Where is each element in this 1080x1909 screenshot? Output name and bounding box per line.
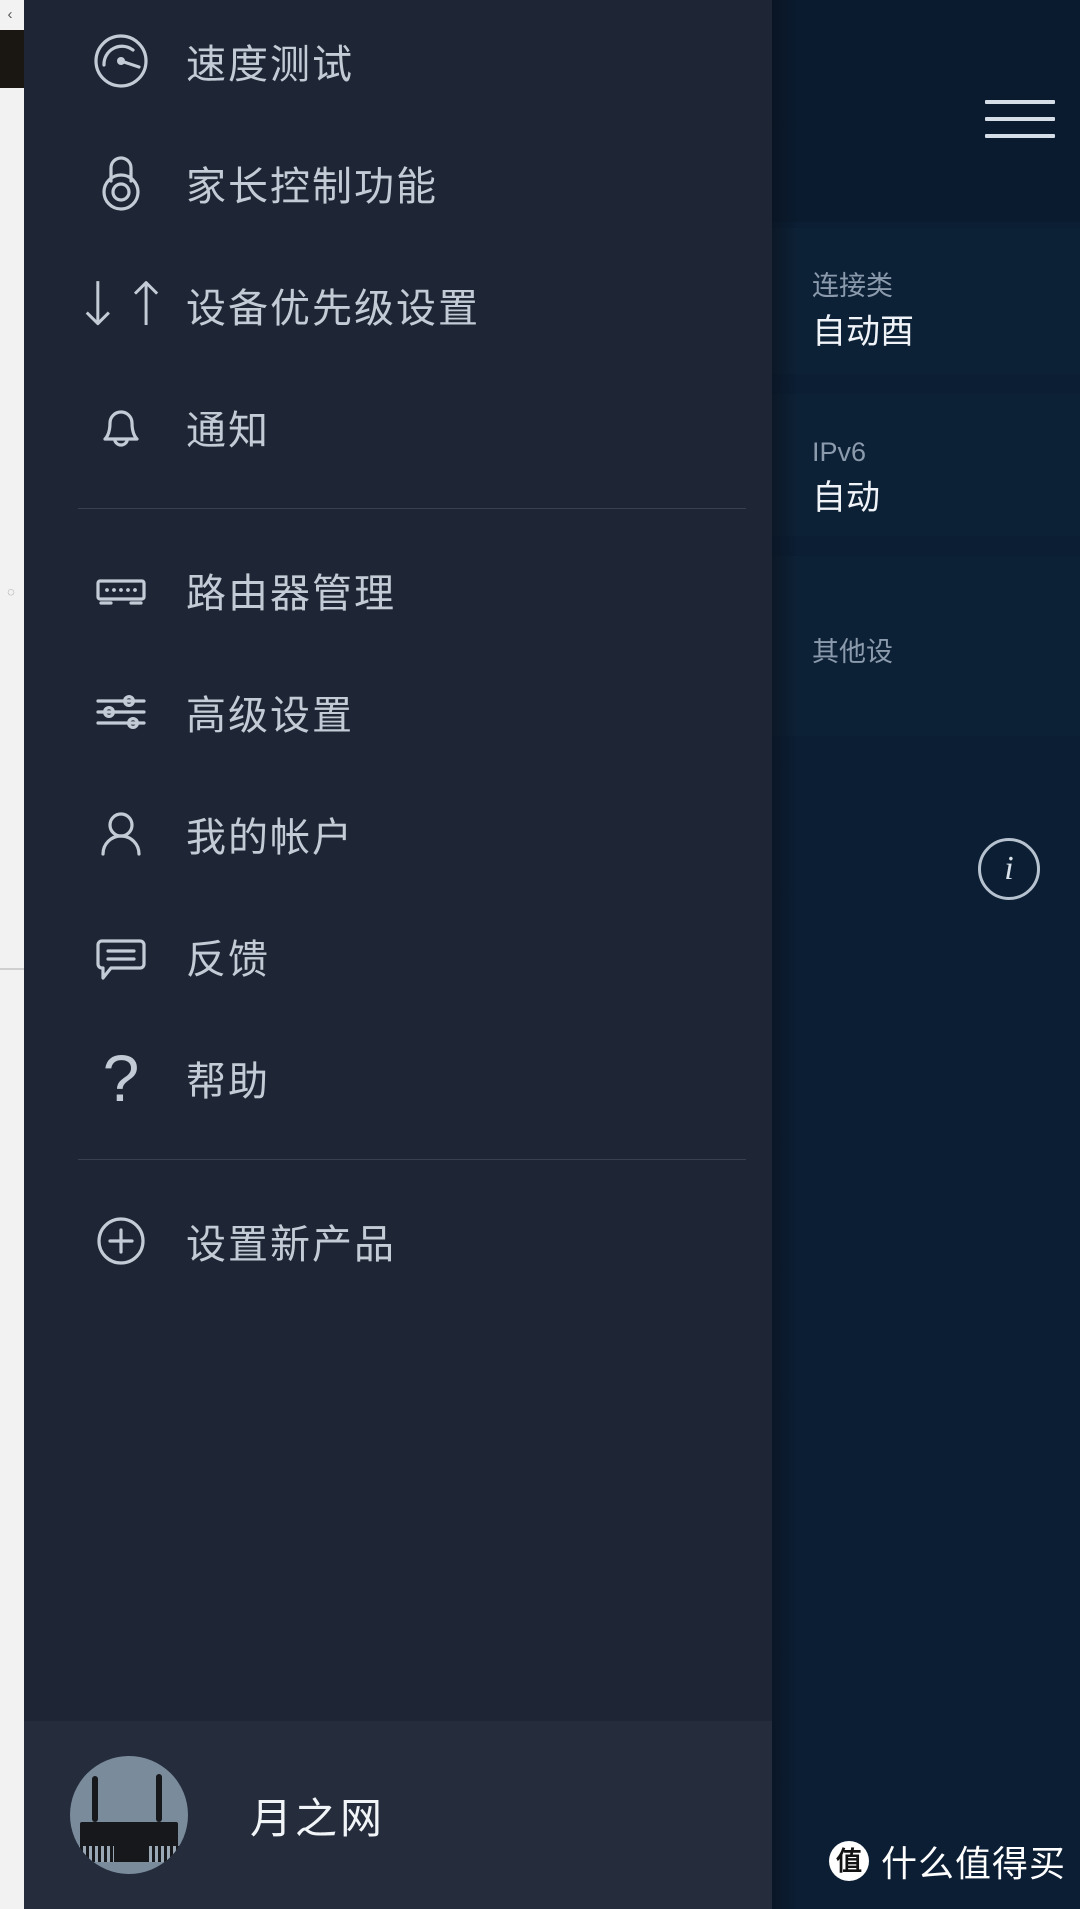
hamburger-bar (985, 100, 1055, 104)
padlock-icon (78, 146, 164, 220)
setting-card-connection-type[interactable]: 连接类 自动酉 (772, 228, 1080, 374)
plus-circle-icon (78, 1204, 164, 1278)
menu-item-feedback[interactable]: 反馈 (24, 895, 772, 1017)
menu-item-set-up-new-product[interactable]: 设置新产品 (24, 1180, 772, 1302)
menu-item-label: 通知 (186, 409, 270, 453)
menu-item-my-account[interactable]: 我的帐户 (24, 773, 772, 895)
menu-item-label: 设备优先级设置 (186, 287, 480, 331)
watermark-text: 什么值得买 (880, 1843, 1066, 1884)
hamburger-bar (985, 134, 1055, 138)
smzdm-logo-icon: 值 (828, 1841, 869, 1881)
menu-item-label: 帮助 (186, 1060, 270, 1104)
menu-item-router-management[interactable]: 路由器管理 (24, 529, 772, 651)
menu-item-advanced-settings[interactable]: 高级设置 (24, 651, 772, 773)
menu-item-label: 设置新产品 (186, 1223, 396, 1267)
sliver-glyph-icon: ◌ (7, 584, 15, 599)
up-down-arrows-icon: ↓↑ (72, 270, 172, 340)
setting-card-value: 自动 (812, 478, 880, 517)
antenna (156, 1774, 162, 1822)
menu-item-device-prioritization[interactable]: ↓↑ 设备优先级设置 (24, 244, 772, 366)
sliver-dark-block (0, 30, 24, 88)
menu-item-label: 反馈 (186, 938, 270, 982)
menu-item-speed-test[interactable]: 速度测试 (24, 0, 772, 122)
speedometer-icon (78, 24, 164, 98)
network-name-label: 月之网 (250, 1794, 386, 1842)
hamburger-bar (985, 117, 1055, 121)
menu-item-notifications[interactable]: 通知 (24, 366, 772, 488)
menu-item-help[interactable]: ? 帮助 (24, 1017, 772, 1139)
bell-icon (78, 390, 164, 464)
menu-item-parental-controls[interactable]: 家长控制功能 (24, 122, 772, 244)
menu-item-label: 我的帐户 (186, 816, 354, 860)
watermark: 值 什么值得买 (828, 1835, 1066, 1887)
right-panel-topbar (772, 0, 1080, 222)
question-mark-icon: ? (102, 1041, 140, 1115)
back-arrow-icon[interactable]: ‹ (1, 6, 19, 24)
navigation-drawer: 速度测试 家长控制功能 ↓↑ 设备优先级设置 通知 路由器管理 高级设置 我的帐… (24, 0, 798, 1909)
right-content-panel: 连接类 自动酉 IPv6 自动 其他设 i (772, 0, 1080, 1909)
setting-card-value: 自动酉 (812, 312, 914, 351)
menu-divider (78, 1159, 746, 1160)
router-avatar (70, 1756, 188, 1874)
info-circle-icon[interactable]: i (978, 838, 1040, 900)
underlying-page-sliver: ‹ ◌ (0, 0, 24, 1909)
menu-item-label: 速度测试 (186, 43, 354, 87)
menu-divider (78, 508, 746, 509)
sliders-icon (78, 675, 164, 749)
person-icon (78, 797, 164, 871)
sliver-divider (0, 968, 24, 970)
menu-item-label: 家长控制功能 (186, 165, 438, 209)
setting-card-label: 其他设 (812, 637, 893, 667)
router-center (114, 1832, 146, 1862)
hamburger-icon[interactable] (985, 100, 1055, 138)
chat-bubble-icon (78, 919, 164, 993)
router-icon (78, 553, 164, 627)
setting-card-label: 连接类 (812, 271, 893, 301)
menu-item-label: 路由器管理 (186, 572, 396, 616)
setting-card-label: IPv6 (812, 437, 867, 467)
setting-card-ipv6[interactable]: IPv6 自动 (772, 394, 1080, 536)
menu-item-label: 高级设置 (186, 694, 354, 738)
drawer-menu-list: 速度测试 家长控制功能 ↓↑ 设备优先级设置 通知 路由器管理 高级设置 我的帐… (24, 0, 772, 1302)
antenna (92, 1776, 98, 1822)
current-network-footer[interactable]: 月之网 (24, 1721, 772, 1909)
setting-card-other[interactable]: 其他设 (772, 556, 1080, 736)
